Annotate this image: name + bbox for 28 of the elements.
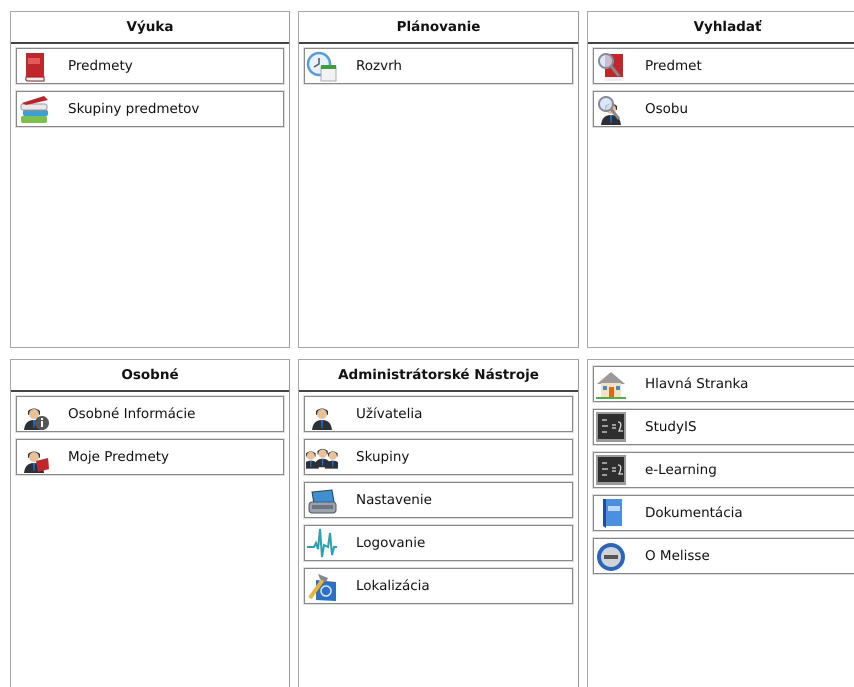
panel-title: Vyhladať [588, 12, 854, 44]
menu-item[interactable]: Hlavná Stranka [593, 366, 854, 402]
menu-item[interactable]: Skupiny predmetov [16, 91, 284, 127]
clock-icon [306, 50, 338, 82]
panel-title: Osobné [11, 360, 289, 392]
menu-item[interactable]: Moje Predmety [16, 439, 284, 475]
menu-item[interactable]: Osobu [593, 91, 854, 127]
chalkboard-icon [595, 454, 627, 486]
panel-title: Administrátorské Nástroje [299, 360, 578, 392]
menu-item[interactable]: Nastavenie [304, 482, 573, 518]
menu-item[interactable]: Dokumentácia [593, 495, 854, 531]
menu-item[interactable]: Osobné Informácie [16, 396, 284, 432]
menu-item[interactable]: Lokalizácia [304, 568, 573, 604]
menu-item[interactable]: Skupiny [304, 439, 573, 475]
menu-item[interactable]: Predmet [593, 48, 854, 84]
panel-title: Výuka [11, 12, 289, 44]
panel-title: Plánovanie [299, 12, 578, 44]
heartbeat-icon [306, 527, 338, 559]
menu-item[interactable]: Užívatelia [304, 396, 573, 432]
chalkboard-icon [595, 411, 627, 443]
menu-item[interactable]: e-Learning [593, 452, 854, 488]
books-icon [18, 93, 50, 125]
menu-item[interactable]: StudyIS [593, 409, 854, 445]
menu-item[interactable]: Predmety [16, 48, 284, 84]
menu-item[interactable]: O Melisse [593, 538, 854, 574]
circle-icon [595, 540, 627, 572]
menu-item[interactable]: Logovanie [304, 525, 573, 561]
menu-item[interactable]: Rozvrh [304, 48, 573, 84]
